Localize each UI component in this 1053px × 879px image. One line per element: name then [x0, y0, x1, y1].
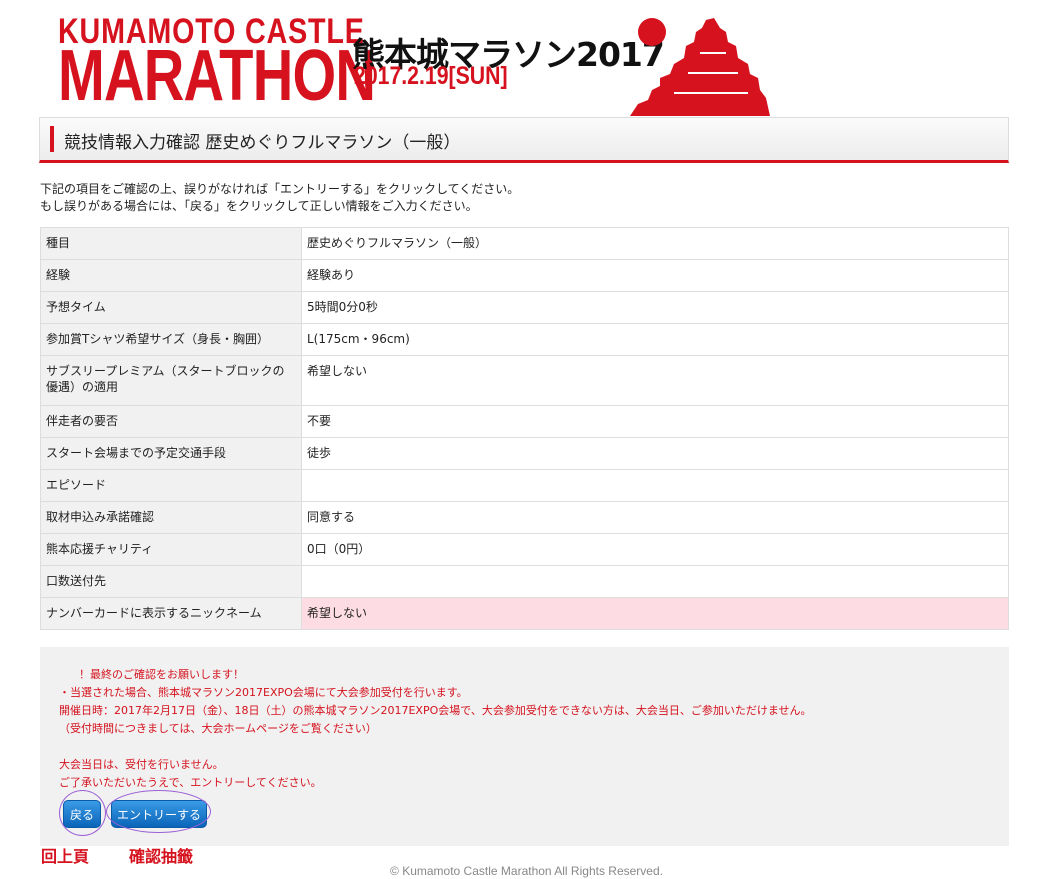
intro-text: 下記の項目をご確認の上、誤りがなければ「エントリーする」をクリックしてください。…	[40, 181, 519, 215]
logo-line2: MARATHON	[58, 36, 376, 116]
footer-copyright: © Kumamoto Castle Marathon All Rights Re…	[390, 864, 663, 878]
row-value: 同意する	[301, 501, 1009, 534]
table-row: 熊本応援チャリティ 0口（0円）	[40, 533, 1009, 566]
row-label: 熊本応援チャリティ	[40, 533, 302, 566]
confirmation-table: 種目 歴史めぐりフルマラソン（一般） 経験 経験あり 予想タイム 5時間0分0秒 参加…	[40, 227, 1009, 630]
castle-logo-icon	[630, 18, 770, 116]
table-row: 取材申込み承諾確認 同意する	[40, 501, 1009, 534]
event-date: 2017.2.19[SUN]	[354, 62, 508, 90]
back-button-highlight-circle	[59, 790, 106, 836]
row-value: 歴史めぐりフルマラソン（一般）	[301, 227, 1009, 260]
row-label: スタート会場までの予定交通手段	[40, 437, 302, 470]
row-label: 取材申込み承諾確認	[40, 501, 302, 534]
row-value: 徒歩	[301, 437, 1009, 470]
table-row: 種目 歴史めぐりフルマラソン（一般）	[40, 227, 1009, 260]
table-row: 口数送付先	[40, 565, 1009, 598]
row-value: 経験あり	[301, 259, 1009, 292]
table-row: 伴走者の要否 不要	[40, 405, 1009, 438]
row-label: ナンバーカードに表示するニックネーム	[40, 597, 302, 630]
row-value: 希望しない	[301, 355, 1009, 406]
page-title: 競技情報入力確認 歴史めぐりフルマラソン（一般）	[64, 133, 461, 153]
title-accent-bar	[50, 126, 54, 152]
table-row: サブスリープレミアム（スタートブロックの優遇）の適用 希望しない	[40, 355, 1009, 406]
notice-line: ！最終のご確認をお願いします！	[79, 668, 244, 681]
row-label: サブスリープレミアム（スタートブロックの優遇）の適用	[40, 355, 302, 406]
table-row: スタート会場までの予定交通手段 徒歩	[40, 437, 1009, 470]
table-row: ナンバーカードに表示するニックネーム 希望しない	[40, 597, 1009, 630]
row-label: 予想タイム	[40, 291, 302, 324]
row-value: 5時間0分0秒	[301, 291, 1009, 324]
row-value	[301, 469, 1009, 502]
table-row: 予想タイム 5時間0分0秒	[40, 291, 1009, 324]
row-label: 参加賞Tシャツ希望サイズ（身長・胸囲）	[40, 323, 302, 356]
notice-line: ・当選された場合、熊本城マラソン2017EXPO会場にて大会参加受付を行います。	[59, 686, 468, 699]
table-row: エピソード	[40, 469, 1009, 502]
notice-line: （受付時間につきましては、大会ホームページをご覧ください）	[59, 722, 377, 735]
intro-line: もし誤りがある場合には、「戻る」をクリックして正しい情報をご入力ください。	[40, 199, 478, 213]
entry-button-highlight-circle	[106, 790, 211, 833]
row-label: 種目	[40, 227, 302, 260]
row-label: 経験	[40, 259, 302, 292]
row-label: 口数送付先	[40, 565, 302, 598]
notice-line: 開催日時：2017年2月17日（金）、18日（土）の熊本城マラソン2017EXP…	[59, 704, 812, 717]
table-row: 参加賞Tシャツ希望サイズ（身長・胸囲） L(175cm・96cm)	[40, 323, 1009, 356]
row-label: 伴走者の要否	[40, 405, 302, 438]
page-title-box: 競技情報入力確認 歴史めぐりフルマラソン（一般）	[39, 117, 1009, 163]
row-value	[301, 565, 1009, 598]
notice-text: ！最終のご確認をお願いします！ ・当選された場合、熊本城マラソン2017EXPO…	[59, 666, 811, 792]
site-header: KUMAMOTO CASTLE MARATHON 熊本城マラソン2017 201…	[0, 0, 1053, 116]
row-label: エピソード	[40, 469, 302, 502]
row-value: 希望しない	[301, 597, 1009, 630]
table-row: 経験 経験あり	[40, 259, 1009, 292]
notice-line: 大会当日は、受付を行いません。	[59, 758, 224, 771]
intro-line: 下記の項目をご確認の上、誤りがなければ「エントリーする」をクリックしてください。	[40, 182, 520, 196]
row-value: 0口（0円）	[301, 533, 1009, 566]
notice-line: ご了承いただいたうえで、エントリーしてください。	[59, 776, 322, 789]
row-value: 不要	[301, 405, 1009, 438]
row-value: L(175cm・96cm)	[301, 323, 1009, 356]
